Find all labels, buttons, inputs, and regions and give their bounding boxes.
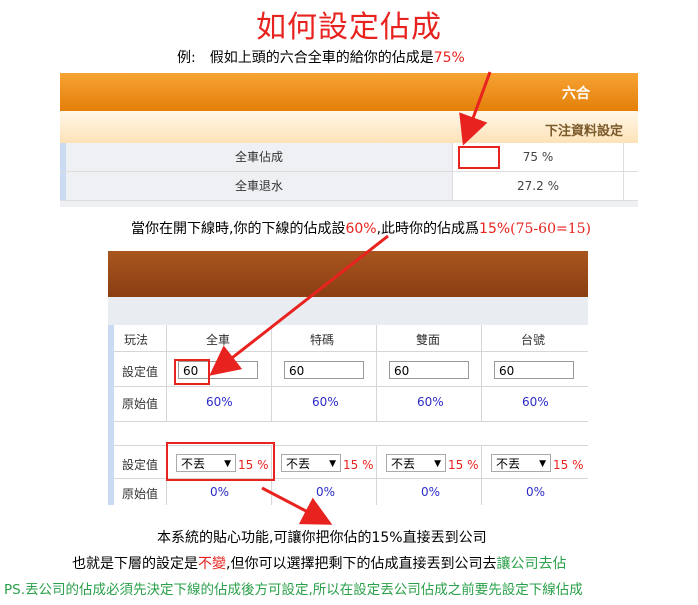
note-highlight-unchanged: 不變	[198, 556, 226, 572]
note-line-3: PS.丟公司的佔成必須先決定下線的佔成後方可設定,所以在設定丟公司佔成之前要先設…	[4, 582, 583, 598]
note-highlight-company: 讓公司去佔	[496, 556, 567, 572]
arrow-to-60	[209, 234, 389, 376]
arrow-to-note	[261, 486, 333, 525]
note-line-2: 也就是下層的設定是不變,但你可以選擇把剩下的佔成直接丟到公司去讓公司去佔	[72, 553, 566, 573]
annotation-arrows	[209, 71, 492, 525]
note-line-1: 本系統的貼心功能,可讓你把你佔的15%直接丟到公司	[157, 530, 487, 546]
note-text: 也就是下層的設定是	[72, 556, 198, 572]
note-text: ,但你可以選擇把剩下的佔成直接丟到公司去	[226, 556, 497, 572]
arrow-to-75	[459, 71, 492, 146]
